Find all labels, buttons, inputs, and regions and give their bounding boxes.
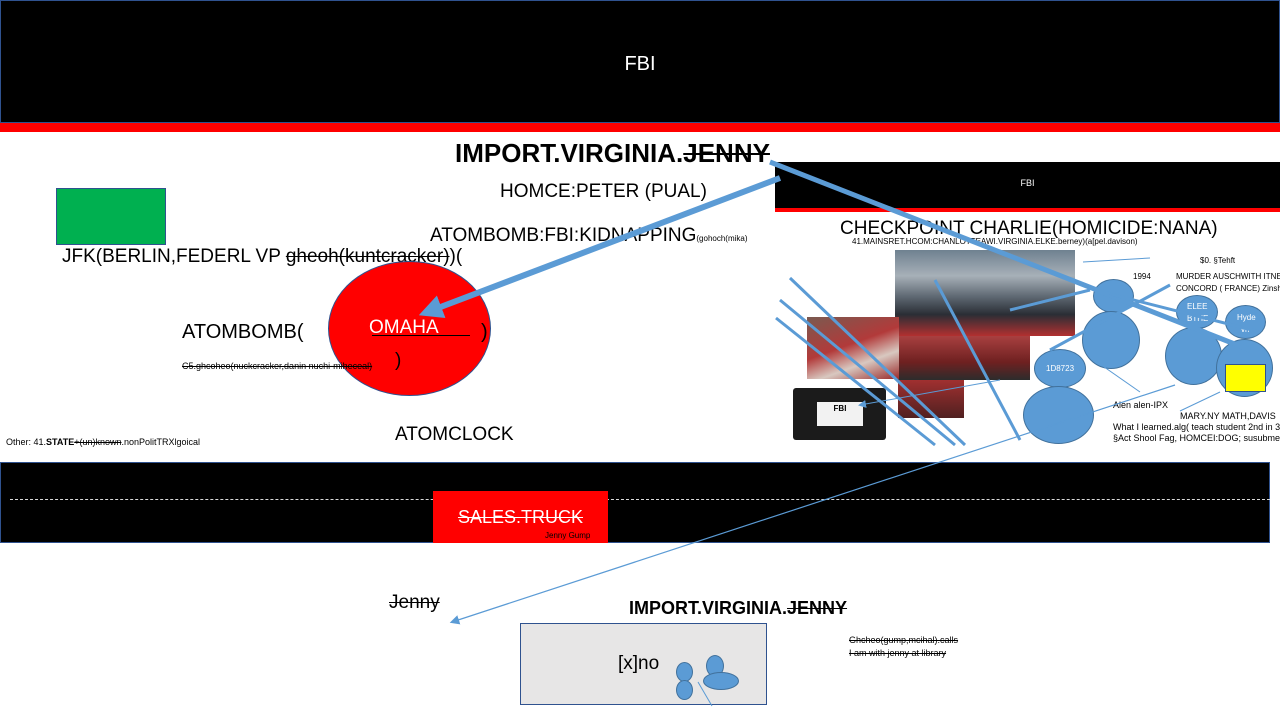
connector-6 [1179, 391, 1221, 412]
arrows-overlay [418, 159, 1261, 707]
connector-4 [1082, 257, 1151, 263]
arrow-to-jenny [449, 384, 1176, 625]
line-to-right-circles [769, 159, 1251, 353]
arrow-to-omaha [418, 175, 782, 318]
connector-2 [1009, 288, 1091, 312]
strike-line-1 [788, 276, 967, 447]
figure-line [697, 681, 713, 707]
connector-5 [1096, 361, 1141, 393]
strike-line-3 [775, 316, 936, 447]
strike-line-4 [933, 279, 1022, 441]
strike-line-2 [779, 298, 956, 447]
